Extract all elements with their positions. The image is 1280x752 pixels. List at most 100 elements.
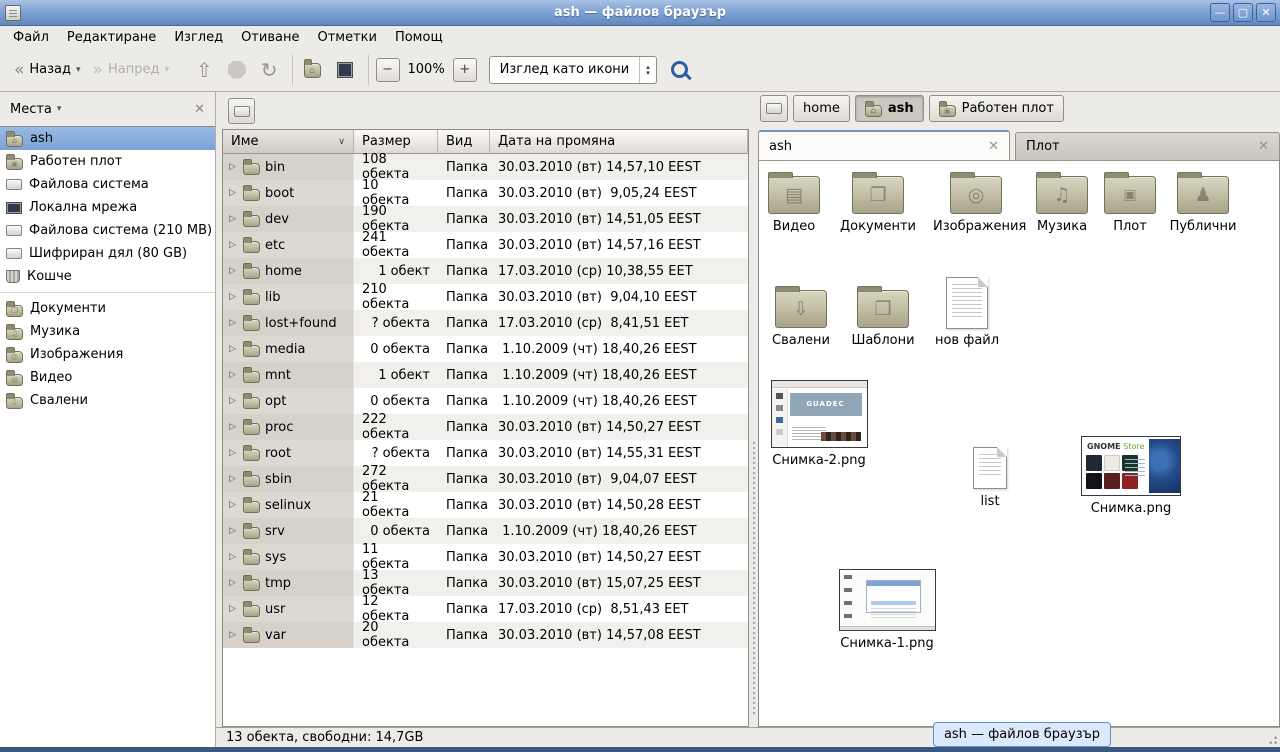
menu-item[interactable]: Отиване xyxy=(232,27,308,48)
table-row[interactable]: ▷ home 1 обект Папка 17.03.2010 (ср) 10,… xyxy=(223,258,748,284)
file-item-list[interactable]: list xyxy=(955,447,1025,510)
file-item-music[interactable]: ♫ Музика xyxy=(1025,169,1099,235)
table-row[interactable]: ▷ bin 108 обекта Папка 30.03.2010 (вт) 1… xyxy=(223,154,748,180)
file-item-videos[interactable]: ▤ Видео xyxy=(757,169,831,235)
up-icon[interactable]: ⇧ xyxy=(189,61,220,79)
table-row[interactable]: ▷ lib 210 обекта Папка 30.03.2010 (вт) 9… xyxy=(223,284,748,310)
expander-icon[interactable]: ▷ xyxy=(227,630,238,640)
sidebar-item-home[interactable]: ⌂ ash xyxy=(0,127,215,150)
expander-icon[interactable]: ▷ xyxy=(227,162,238,172)
table-row[interactable]: ▷ opt 0 обекта Папка 1.10.2009 (чт) 18,4… xyxy=(223,388,748,414)
menu-item[interactable]: Помощ xyxy=(386,27,452,48)
table-row[interactable]: ▷ lost+found ? обекта Папка 17.03.2010 (… xyxy=(223,310,748,336)
table-row[interactable]: ▷ root ? обекта Папка 30.03.2010 (вт) 14… xyxy=(223,440,748,466)
table-row[interactable]: ▷ dev 190 обекта Папка 30.03.2010 (вт) 1… xyxy=(223,206,748,232)
table-row[interactable]: ▷ selinux 21 обекта Папка 30.03.2010 (вт… xyxy=(223,492,748,518)
sidebar-item-music[interactable]: ♫ Музика xyxy=(0,320,215,343)
table-row[interactable]: ▷ proc 222 обекта Папка 30.03.2010 (вт) … xyxy=(223,414,748,440)
tab-close-icon[interactable]: ✕ xyxy=(988,139,999,154)
sidebar-item-network[interactable]: Локална мрежа xyxy=(0,196,215,219)
sidebar-item-desktop[interactable]: ▣ Работен плот xyxy=(0,150,215,173)
file-item-snimka2[interactable]: GUADEC Снимка-2.png xyxy=(769,380,869,469)
column-header-size[interactable]: Размер xyxy=(354,130,438,154)
table-row[interactable]: ▷ boot 10 обекта Папка 30.03.2010 (вт) 9… xyxy=(223,180,748,206)
close-button[interactable]: ✕ xyxy=(1256,3,1276,22)
expander-icon[interactable]: ▷ xyxy=(227,552,238,562)
expander-icon[interactable]: ▷ xyxy=(227,474,238,484)
table-row[interactable]: ▷ var 20 обекта Папка 30.03.2010 (вт) 14… xyxy=(223,622,748,648)
sidebar-item-downloads[interactable]: ⇩ Свалени xyxy=(0,389,215,412)
tab-desktop[interactable]: Плот ✕ xyxy=(1015,132,1280,160)
tab-close-icon[interactable]: ✕ xyxy=(1258,139,1269,154)
sidebar-item-videos[interactable]: ▤ Видео xyxy=(0,366,215,389)
table-row[interactable]: ▷ media 0 обекта Папка 1.10.2009 (чт) 18… xyxy=(223,336,748,362)
expander-icon[interactable]: ▷ xyxy=(227,578,238,588)
computer-icon[interactable] xyxy=(337,62,353,78)
zoom-out-button[interactable]: − xyxy=(376,58,400,82)
path-button-ash[interactable]: ⌂ ash xyxy=(855,95,924,122)
menu-item[interactable]: Файл xyxy=(4,27,58,48)
file-item-downloads[interactable]: ⇩ Свалени xyxy=(761,283,841,349)
sidebar-item-documents[interactable]: ❐ Документи xyxy=(0,297,215,320)
forward-button[interactable]: » Напред ▾ xyxy=(87,57,175,82)
tab-ash[interactable]: ash ✕ xyxy=(758,130,1010,160)
expander-icon[interactable]: ▷ xyxy=(227,370,238,380)
menu-item[interactable]: Отметки xyxy=(308,27,385,48)
path-button-home[interactable]: home xyxy=(793,95,850,122)
home-icon[interactable]: ⌂ xyxy=(304,63,321,78)
expander-icon[interactable]: ▷ xyxy=(227,344,238,354)
file-item-snimka[interactable]: GNOME Store Снимка.png xyxy=(1079,436,1183,517)
file-item-pictures[interactable]: ◎ Изображения xyxy=(929,169,1023,235)
expander-icon[interactable]: ▷ xyxy=(227,448,238,458)
expander-icon[interactable]: ▷ xyxy=(227,396,238,406)
expander-icon[interactable]: ▷ xyxy=(227,526,238,536)
expander-icon[interactable]: ▷ xyxy=(227,500,238,510)
view-mode-select[interactable]: Изглед като икони ▴▾ xyxy=(489,56,657,84)
path-button-desktop[interactable]: ▣ Работен плот xyxy=(929,95,1064,122)
sidebar-item-pictures[interactable]: ◎ Изображения xyxy=(0,343,215,366)
minimize-button[interactable]: — xyxy=(1210,3,1230,22)
table-row[interactable]: ▷ etc 241 обекта Папка 30.03.2010 (вт) 1… xyxy=(223,232,748,258)
sidebar-item-volume-210mb[interactable]: Файлова система (210 MB) xyxy=(0,219,215,242)
sidebar-item-encrypted-80gb[interactable]: Шифриран дял (80 GB) xyxy=(0,242,215,265)
search-icon[interactable] xyxy=(671,61,688,78)
column-header-name[interactable]: Име ∨ xyxy=(223,130,354,154)
menu-item[interactable]: Изглед xyxy=(165,27,232,48)
expander-icon[interactable]: ▷ xyxy=(227,292,238,302)
expander-icon[interactable]: ▷ xyxy=(227,422,238,432)
expander-icon[interactable]: ▷ xyxy=(227,318,238,328)
reload-icon[interactable]: ↻ xyxy=(254,61,285,79)
file-item-snimka1[interactable]: Снимка-1.png xyxy=(837,569,937,652)
expander-icon[interactable]: ▷ xyxy=(227,266,238,276)
sidebar-close-icon[interactable]: ✕ xyxy=(194,102,205,117)
expander-icon[interactable]: ▷ xyxy=(227,604,238,614)
chevron-down-icon[interactable]: ▾ xyxy=(57,104,62,114)
table-row[interactable]: ▷ sbin 272 обекта Папка 30.03.2010 (вт) … xyxy=(223,466,748,492)
maximize-button[interactable]: ▢ xyxy=(1233,3,1253,22)
resize-grip[interactable] xyxy=(1266,733,1278,745)
path-root-button[interactable] xyxy=(760,95,788,122)
table-row[interactable]: ▷ sys 11 обекта Папка 30.03.2010 (вт) 14… xyxy=(223,544,748,570)
file-item-desktop[interactable]: ▣ Плот xyxy=(1098,169,1162,235)
table-row[interactable]: ▷ mnt 1 обект Папка 1.10.2009 (чт) 18,40… xyxy=(223,362,748,388)
menu-item[interactable]: Редактиране xyxy=(58,27,165,48)
zoom-in-button[interactable]: + xyxy=(453,58,477,82)
file-item-new-file[interactable]: нов файл xyxy=(930,277,1004,349)
expander-icon[interactable]: ▷ xyxy=(227,240,238,250)
expander-icon[interactable]: ▷ xyxy=(227,214,238,224)
file-item-public[interactable]: ♟ Публични xyxy=(1163,169,1243,235)
column-header-date[interactable]: Дата на промяна xyxy=(490,130,748,154)
file-item-documents[interactable]: ❐ Документи xyxy=(833,169,923,235)
expander-icon[interactable]: ▷ xyxy=(227,188,238,198)
table-row[interactable]: ▷ tmp 13 обекта Папка 30.03.2010 (вт) 15… xyxy=(223,570,748,596)
sidebar-item-filesystem[interactable]: Файлова система xyxy=(0,173,215,196)
back-button[interactable]: « Назад ▾ xyxy=(8,57,87,82)
file-item-templates[interactable]: ❒ Шаблони xyxy=(843,283,923,349)
places-title[interactable]: Места xyxy=(10,102,52,117)
sidebar-item-trash[interactable]: Кошче xyxy=(0,265,215,288)
root-path-button[interactable] xyxy=(228,98,255,124)
table-row[interactable]: ▷ usr 12 обекта Папка 17.03.2010 (ср) 8,… xyxy=(223,596,748,622)
table-row[interactable]: ▷ srv 0 обекта Папка 1.10.2009 (чт) 18,4… xyxy=(223,518,748,544)
column-header-type[interactable]: Вид xyxy=(438,130,490,154)
back-dropdown-icon[interactable]: ▾ xyxy=(76,65,81,75)
